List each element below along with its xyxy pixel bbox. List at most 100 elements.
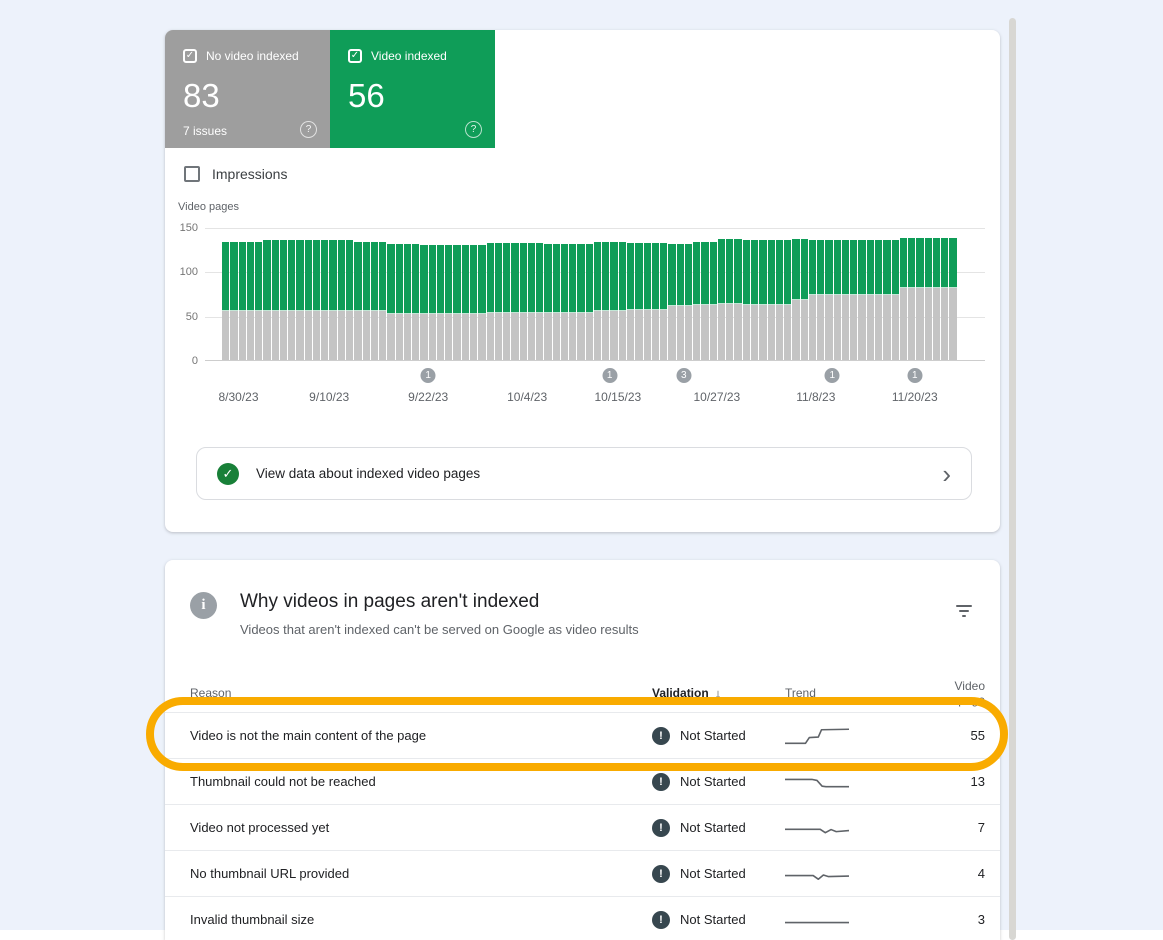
bar-segment-no-video-indexed (858, 295, 865, 360)
bar-segment-video-indexed (478, 245, 485, 315)
bar-segment-no-video-indexed (677, 306, 684, 360)
bar-segment-video-indexed (470, 245, 477, 315)
stacked-bar (420, 245, 427, 360)
impressions-label: Impressions (212, 166, 287, 182)
axis-baseline (205, 360, 985, 361)
impressions-toggle[interactable]: Impressions (184, 166, 287, 182)
bar-segment-video-indexed (296, 240, 303, 311)
table-row[interactable]: Video not processed yet!Not Started7 (165, 804, 1000, 850)
stacked-bar (635, 243, 642, 360)
bar-segment-no-video-indexed (239, 311, 246, 360)
bar-segment-no-video-indexed (288, 311, 295, 360)
table-row[interactable]: Invalid thumbnail size!Not Started3 (165, 896, 1000, 940)
bar-segment-no-video-indexed (718, 304, 725, 360)
view-indexed-data-banner[interactable]: ✓ View data about indexed video pages › (196, 447, 972, 500)
stacked-bar (404, 244, 411, 360)
stacked-bar (379, 242, 386, 360)
bar-segment-no-video-indexed (412, 314, 419, 360)
bar-segment-no-video-indexed (883, 295, 890, 360)
bar-segment-no-video-indexed (652, 310, 659, 360)
bar-segment-video-indexed (627, 243, 634, 310)
stacked-bar (536, 243, 543, 360)
checkbox-checked-icon[interactable]: ✓ (348, 49, 362, 63)
bar-segment-video-indexed (751, 240, 758, 304)
help-icon[interactable]: ? (300, 121, 317, 138)
stacked-bar (321, 240, 328, 360)
reason-cell: Video is not the main content of the pag… (190, 728, 652, 743)
stacked-bar (577, 244, 584, 360)
help-icon[interactable]: ? (465, 121, 482, 138)
tile-value: 56 (348, 79, 481, 112)
bar-segment-video-indexed (487, 243, 494, 314)
bar-segment-video-indexed (701, 242, 708, 305)
bar-segment-no-video-indexed (586, 313, 593, 360)
stacked-bar (255, 242, 262, 360)
table-row[interactable]: No thumbnail URL provided!Not Started4 (165, 850, 1000, 896)
exclamation-circle-icon: ! (652, 773, 670, 791)
checkbox-unchecked-icon[interactable] (184, 166, 200, 182)
bar-segment-no-video-indexed (776, 305, 783, 360)
bar-segment-no-video-indexed (602, 311, 609, 360)
x-tick-label: 9/10/23 (309, 390, 349, 404)
bar-segment-no-video-indexed (363, 311, 370, 360)
bar-segment-no-video-indexed (751, 305, 758, 360)
bar-segment-video-indexed (379, 242, 386, 311)
bar-segment-video-indexed (453, 245, 460, 315)
scrollbar-thumb[interactable] (1009, 18, 1016, 940)
metric-tile-no-video-indexed[interactable]: ✓ No video indexed 83 7 issues ? (165, 30, 330, 148)
bar-segment-video-indexed (288, 240, 295, 311)
bar-segment-no-video-indexed (561, 313, 568, 360)
y-tick-label: 150 (165, 222, 198, 234)
bar-segment-video-indexed (652, 243, 659, 310)
bar-segment-video-indexed (842, 240, 849, 295)
stacked-bar (677, 244, 684, 360)
bar-segment-no-video-indexed (668, 306, 675, 360)
stacked-bar (809, 240, 816, 360)
bar-segment-no-video-indexed (801, 300, 808, 360)
info-icon: i (190, 592, 217, 619)
bar-segment-no-video-indexed (553, 313, 560, 360)
bar-segment-no-video-indexed (660, 310, 667, 360)
bar-segment-no-video-indexed (594, 311, 601, 360)
bar-segment-video-indexed (644, 243, 651, 310)
table-row-highlighted[interactable]: Video is not the main content of the pag… (165, 712, 1000, 758)
bar-segment-no-video-indexed (908, 288, 915, 360)
stacked-bar (487, 243, 494, 360)
bar-segment-video-indexed (553, 244, 560, 314)
bar-segment-video-indexed (908, 238, 915, 288)
bar-segment-no-video-indexed (305, 311, 312, 360)
column-header-validation[interactable]: Validation ↓ (652, 686, 785, 701)
stacked-bar (867, 240, 874, 360)
stacked-bar (387, 244, 394, 360)
filter-icon[interactable] (955, 605, 973, 617)
trend-sparkline (785, 861, 849, 887)
metric-tile-video-indexed[interactable]: ✓ Video indexed 56 ? (330, 30, 495, 148)
validation-status: Not Started (680, 866, 746, 881)
bar-segment-no-video-indexed (280, 311, 287, 360)
checkbox-checked-icon[interactable]: ✓ (183, 49, 197, 63)
bar-segment-no-video-indexed (768, 305, 775, 360)
stacked-bar (660, 243, 667, 360)
bar-segment-no-video-indexed (230, 311, 237, 360)
chart-annotation-marker: 3 (676, 368, 691, 383)
stacked-bar (453, 245, 460, 360)
bar-segment-no-video-indexed (404, 314, 411, 360)
panel-subtitle: Videos that aren't indexed can't be serv… (240, 622, 639, 637)
bar-segment-video-indexed (949, 238, 956, 288)
bar-segment-video-indexed (280, 240, 287, 311)
table-row[interactable]: Thumbnail could not be reached!Not Start… (165, 758, 1000, 804)
bar-segment-video-indexed (445, 245, 452, 315)
stacked-bar (668, 244, 675, 360)
stacked-bar (701, 242, 708, 360)
bar-segment-video-indexed (875, 240, 882, 295)
bar-segment-no-video-indexed (536, 313, 543, 360)
bar-segment-video-indexed (396, 244, 403, 315)
bar-segment-no-video-indexed (462, 314, 469, 360)
stacked-bar (933, 238, 940, 360)
tile-issues-count (348, 124, 481, 138)
chevron-right-icon[interactable]: › (942, 464, 951, 484)
column-header-trend: Trend (785, 686, 925, 700)
validation-status: Not Started (680, 728, 746, 743)
bar-segment-no-video-indexed (577, 313, 584, 360)
stacked-bar (445, 245, 452, 360)
